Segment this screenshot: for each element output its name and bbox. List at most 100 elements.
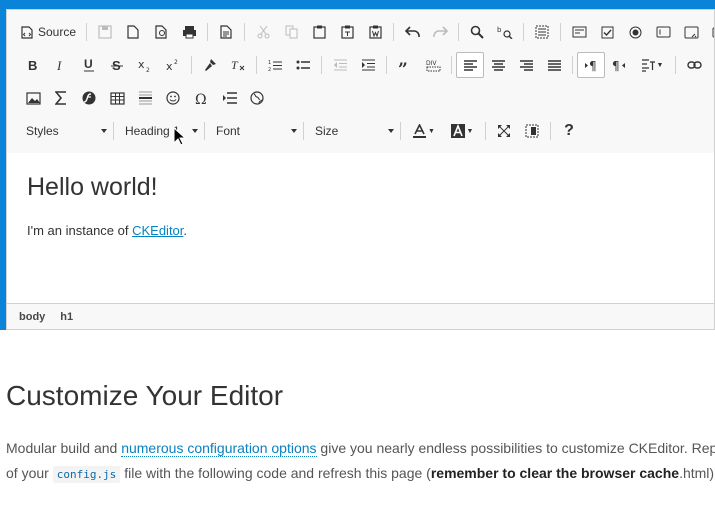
form-button[interactable] (565, 19, 593, 45)
toolbar-separator (560, 23, 562, 41)
path-item-body[interactable]: body (19, 311, 45, 323)
table-button[interactable] (103, 85, 131, 111)
justify-button[interactable] (540, 52, 568, 78)
superscript-icon: x2 (166, 59, 178, 72)
redo-button[interactable] (426, 19, 454, 45)
align-center-button[interactable] (484, 52, 512, 78)
select-all-button[interactable] (528, 19, 556, 45)
underline-button[interactable]: U (75, 52, 103, 78)
svg-text:x: x (166, 60, 173, 72)
unlink-button[interactable] (708, 52, 714, 78)
new-page-button[interactable] (119, 19, 147, 45)
editor-content[interactable]: Hello world! I'm an instance of CKEditor… (7, 153, 714, 303)
toolbar-row-1: Source b (19, 19, 714, 45)
text-direction-ltr-button[interactable]: ¶ (577, 52, 605, 78)
image-button[interactable] (19, 85, 47, 111)
iframe-button[interactable] (243, 85, 271, 111)
bulleted-list-button[interactable] (289, 52, 317, 78)
ckeditor-link[interactable]: CKEditor (132, 223, 183, 238)
toolbar-separator (393, 23, 395, 41)
horizontal-rule-button[interactable] (131, 85, 159, 111)
text-direction-rtl-button[interactable]: ¶ (605, 52, 633, 78)
replace-button[interactable]: b (491, 19, 519, 45)
source-button[interactable]: Source (19, 19, 82, 45)
blockquote-button[interactable]: ” (391, 52, 419, 78)
copy-formatting-button[interactable] (196, 52, 224, 78)
svg-text:DIV: DIV (426, 60, 437, 67)
chevron-down-icon: ▼ (428, 127, 435, 135)
toolbar-separator (485, 122, 486, 140)
line2-text-a: of your (6, 465, 53, 481)
page-break-button[interactable] (215, 85, 243, 111)
language-button[interactable]: ▼ (633, 52, 671, 78)
source-icon (21, 25, 33, 39)
content-heading[interactable]: Hello world! (27, 173, 158, 202)
checkbox-icon (601, 26, 614, 38)
toolbar-separator (321, 56, 322, 74)
align-left-button[interactable] (456, 52, 484, 78)
text-color-button[interactable]: ▼ (405, 118, 443, 144)
paste-text-button[interactable] (333, 19, 361, 45)
maximize-button[interactable] (490, 118, 518, 144)
math-button[interactable] (47, 85, 75, 111)
italic-button[interactable]: I (47, 52, 75, 78)
toolbar-separator (523, 23, 525, 41)
bold-button[interactable]: B (19, 52, 47, 78)
elements-path-bar: body h1 (7, 303, 714, 329)
special-char-button[interactable]: Ω (187, 85, 215, 111)
indent-button[interactable] (354, 52, 382, 78)
image-icon (25, 91, 41, 105)
maximize-icon (498, 125, 510, 137)
italic-icon: I (56, 59, 62, 72)
numbered-list-button[interactable]: 12 (261, 52, 289, 78)
text-field-icon (656, 26, 671, 38)
print-button[interactable] (175, 19, 203, 45)
save-button[interactable] (91, 19, 119, 45)
smiley-button[interactable] (159, 85, 187, 111)
link-button[interactable] (680, 52, 708, 78)
textarea-button[interactable] (677, 19, 705, 45)
subscript-button[interactable]: x2 (131, 52, 159, 78)
templates-button[interactable] (212, 19, 240, 45)
remove-format-button[interactable]: T (224, 52, 252, 78)
text-field-button[interactable] (649, 19, 677, 45)
select-field-button[interactable] (705, 19, 714, 45)
undo-button[interactable] (398, 19, 426, 45)
path-item-h1[interactable]: h1 (60, 311, 73, 323)
background-color-button[interactable]: ▼ (443, 118, 481, 144)
format-dropdown[interactable]: Heading 1 (118, 118, 200, 144)
superscript-button[interactable]: x2 (159, 52, 187, 78)
textarea-icon (684, 26, 699, 38)
configuration-options-link[interactable]: numerous configuration options (121, 440, 317, 457)
paintbrush-icon (205, 59, 216, 71)
line2-text-b: file with the following code and refresh… (120, 465, 431, 481)
toolbar-separator (191, 56, 192, 74)
outdent-button[interactable] (326, 52, 354, 78)
align-right-button[interactable] (512, 52, 540, 78)
div-container-button[interactable]: DIV (419, 52, 447, 78)
preview-button[interactable] (147, 19, 175, 45)
radio-button[interactable] (621, 19, 649, 45)
paste-button[interactable] (305, 19, 333, 45)
find-button[interactable] (463, 19, 491, 45)
copy-button[interactable] (277, 19, 305, 45)
content-paragraph[interactable]: I'm an instance of CKEditor. (27, 223, 187, 238)
styles-dropdown[interactable]: Styles (19, 118, 109, 144)
size-dropdown[interactable]: Size (308, 118, 396, 144)
help-button[interactable]: ? (555, 118, 583, 144)
source-label: Source (38, 25, 77, 39)
link-icon (686, 61, 702, 69)
show-blocks-button[interactable] (518, 118, 546, 144)
select-all-icon (535, 25, 549, 39)
top-accent-bar (0, 0, 715, 9)
section-title: Customize Your Editor (6, 380, 284, 411)
print-icon (182, 26, 196, 39)
cut-button[interactable] (249, 19, 277, 45)
font-dropdown[interactable]: Font (209, 118, 299, 144)
help-icon: ? (564, 122, 574, 139)
strike-button[interactable]: S (103, 52, 131, 78)
editor-toolbar: Source b B I U S x 2 x 2 T 1 2 ” DIV ¶ ¶… (7, 10, 714, 154)
paste-from-word-button[interactable] (361, 19, 389, 45)
checkbox-button[interactable] (593, 19, 621, 45)
flash-button[interactable] (75, 85, 103, 111)
